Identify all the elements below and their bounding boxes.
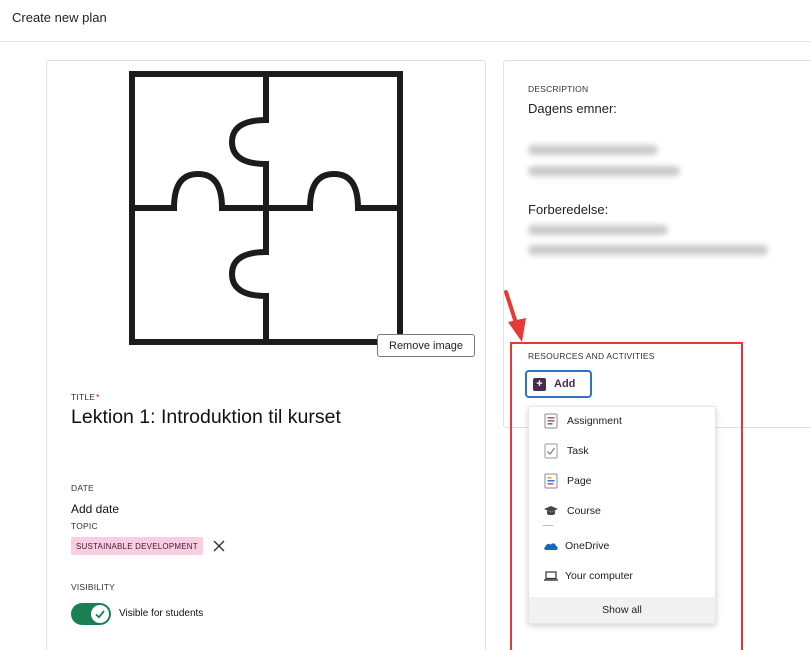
visibility-toggle[interactable] <box>71 603 111 625</box>
plus-icon: + <box>533 377 546 391</box>
course-icon <box>543 503 559 519</box>
check-icon <box>91 605 109 623</box>
date-label: DATE <box>71 483 94 493</box>
add-resource-label: Add <box>554 378 576 390</box>
plan-cover-image <box>129 71 403 345</box>
topic-label: TOPIC <box>71 521 98 531</box>
page-title: Create new plan <box>12 10 107 25</box>
menu-item-label: Assignment <box>567 415 622 427</box>
visibility-label: VISIBILITY <box>71 582 116 592</box>
menu-divider <box>543 525 553 526</box>
resources-label: RESOURCES AND ACTIVITIES <box>528 351 655 361</box>
show-all-button[interactable]: Show all <box>529 597 715 623</box>
assignment-icon <box>543 413 559 429</box>
menu-item-assignment[interactable]: Assignment <box>529 408 715 434</box>
required-mark: * <box>96 392 100 402</box>
blurred-text <box>528 225 668 235</box>
blurred-text <box>528 145 658 155</box>
menu-item-onedrive[interactable]: OneDrive <box>529 533 715 559</box>
task-icon <box>543 443 559 459</box>
add-resource-menu: Assignment Task Page Course OneDrive You… <box>528 406 716 624</box>
title-label: TITLE* <box>71 392 100 402</box>
blurred-text <box>528 166 680 176</box>
menu-item-course[interactable]: Course <box>529 498 715 524</box>
plan-title-input[interactable]: Lektion 1: Introduktion til kurset <box>71 406 341 429</box>
menu-item-label: Your computer <box>565 570 633 582</box>
onedrive-icon <box>543 538 559 554</box>
menu-item-page[interactable]: Page <box>529 468 715 494</box>
annotation-arrow <box>504 290 526 342</box>
visibility-toggle-label: Visible for students <box>119 608 204 619</box>
description-heading-topics: Dagens emner: <box>528 101 617 116</box>
remove-image-button[interactable]: Remove image <box>377 334 475 357</box>
description-heading-preparation: Forberedelse: <box>528 202 609 217</box>
menu-item-label: Task <box>567 445 589 457</box>
topic-chip: SUSTAINABLE DEVELOPMENT <box>71 537 203 555</box>
add-resource-button[interactable]: + Add <box>525 370 592 398</box>
menu-item-label: OneDrive <box>565 540 610 552</box>
menu-item-task[interactable]: Task <box>529 438 715 464</box>
remove-topic-icon[interactable] <box>212 539 226 553</box>
page-header: Create new plan <box>0 0 811 42</box>
page-icon <box>543 473 559 489</box>
laptop-icon <box>543 568 559 584</box>
menu-item-label: Page <box>567 475 592 487</box>
blurred-text <box>528 245 768 255</box>
menu-item-label: Course <box>567 505 601 517</box>
description-label: DESCRIPTION <box>528 84 589 94</box>
menu-item-your-computer[interactable]: Your computer <box>529 563 715 589</box>
add-date-button[interactable]: Add date <box>71 502 119 516</box>
